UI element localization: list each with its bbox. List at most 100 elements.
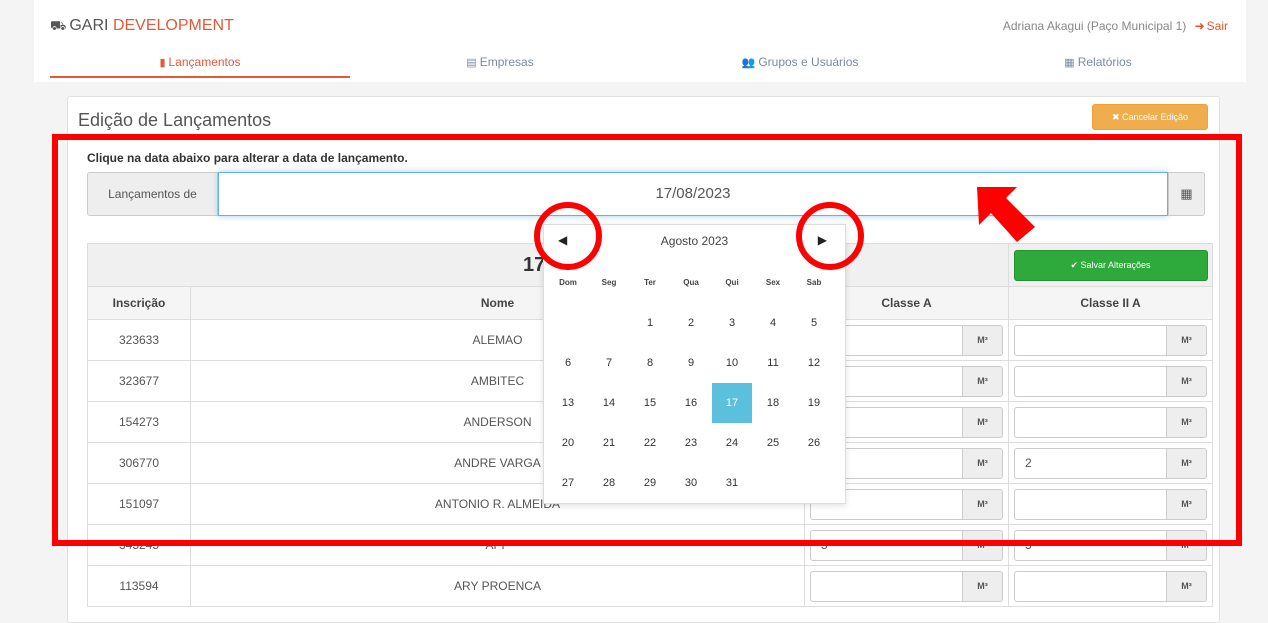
unit-addon: M³ (963, 365, 1004, 397)
unit-addon: M³ (963, 570, 1004, 602)
classe-ii-a-input[interactable]: 5 (1014, 529, 1168, 561)
calendar-day-selected[interactable]: 17 (712, 383, 752, 423)
unit-addon: M³ (963, 447, 1004, 479)
unit-addon: M³ (1167, 324, 1208, 356)
cell-inscricao: 345245 (87, 524, 191, 566)
classe-ii-a-input[interactable] (1014, 488, 1168, 520)
users-icon: 👥 (741, 57, 756, 69)
date-input-group: Lançamentos de 17/08/2023 ▦ (87, 172, 1205, 216)
classe-ii-a-group: 5 M³ (1014, 529, 1208, 561)
unit-addon: M³ (1167, 406, 1208, 438)
cell-inscricao: 151097 (87, 483, 191, 525)
unit-addon: M³ (963, 488, 1004, 520)
calendar-day[interactable]: 10 (712, 343, 752, 383)
cell-classe-a: M³ (803, 565, 1010, 607)
calendar-icon[interactable]: ▦ (1168, 172, 1205, 216)
calendar-day[interactable]: 11 (753, 343, 793, 383)
calendar-day[interactable]: 9 (671, 343, 711, 383)
tab-lancamentos[interactable]: ▮ Lançamentos (50, 46, 350, 78)
calendar-day[interactable]: 22 (630, 423, 670, 463)
col-classe-ii-a: Classe II A (1008, 286, 1214, 320)
weekday-label: Sex (765, 278, 781, 287)
classe-ii-a-input[interactable] (1014, 365, 1168, 397)
datepicker-popup: ◀ Agosto 2023 ▶ Dom Seg Ter Qua Qui Sex Sab 12… (543, 224, 846, 504)
classe-ii-a-input[interactable] (1014, 406, 1168, 438)
date-field[interactable]: 17/08/2023 (218, 172, 1168, 216)
sign-out-icon: ➜ (1194, 19, 1205, 33)
tab-label: Empresas (479, 55, 534, 69)
classe-a-input[interactable] (810, 570, 964, 602)
classe-ii-a-input[interactable] (1014, 324, 1168, 356)
classe-ii-a-input[interactable]: 2 (1014, 447, 1168, 479)
month-label[interactable]: Agosto 2023 (544, 234, 845, 248)
cell-inscricao: 154273 (87, 401, 191, 443)
classe-ii-a-group: 2 M³ (1014, 447, 1208, 479)
table-row: 345245 APP 5 M³ 5 M³ (87, 524, 1214, 566)
calendar-day[interactable]: 28 (589, 463, 629, 503)
unit-addon: M³ (1167, 488, 1208, 520)
tab-relatorios[interactable]: ▦ Relatórios (950, 46, 1246, 78)
calendar-day[interactable]: 16 (671, 383, 711, 423)
calendar-day[interactable]: 13 (548, 383, 588, 423)
calendar-day[interactable]: 19 (794, 383, 834, 423)
weekday-label: Sab (806, 278, 822, 287)
cell-nome: APP (190, 524, 805, 566)
classe-ii-a-group: M³ (1014, 488, 1208, 520)
cancel-edit-button[interactable]: ✖ Cancelar Edição (1092, 104, 1208, 130)
calendar-day[interactable]: 27 (548, 463, 588, 503)
save-changes-button[interactable]: ✔ Salvar Alterações (1013, 249, 1208, 281)
unit-addon: M³ (963, 406, 1004, 438)
unit-addon: M³ (1167, 529, 1208, 561)
calendar-day[interactable]: 2 (671, 303, 711, 343)
unit-addon: M³ (963, 324, 1004, 356)
calendar-day[interactable]: 3 (712, 303, 752, 343)
classe-ii-a-group: M³ (1014, 324, 1208, 356)
calendar-day[interactable]: 15 (630, 383, 670, 423)
calendar-day[interactable]: 12 (794, 343, 834, 383)
cell-inscricao: 323633 (87, 319, 191, 361)
calendar-day[interactable]: 18 (753, 383, 793, 423)
next-month-icon[interactable]: ▶ (818, 233, 827, 247)
calendar-day[interactable]: 29 (630, 463, 670, 503)
calendar-day[interactable]: 31 (712, 463, 752, 503)
calendar-day[interactable]: 23 (671, 423, 711, 463)
cell-classe-a: 5 M³ (803, 524, 1010, 566)
weekday-label: Ter (644, 278, 656, 287)
cell-inscricao: 113594 (87, 565, 191, 607)
calendar-day[interactable]: 7 (589, 343, 629, 383)
calendar-day[interactable]: 24 (712, 423, 752, 463)
logout-link[interactable]: ➜ Sair (1195, 19, 1228, 33)
classe-ii-a-group: M³ (1014, 570, 1208, 602)
cell-classe-ii-a: M³ (1008, 401, 1214, 443)
tab-empresas[interactable]: ▤ Empresas (350, 46, 650, 78)
calendar-day[interactable]: 21 (589, 423, 629, 463)
truck-icon: ⛟ (50, 18, 67, 33)
calendar-day[interactable]: 20 (548, 423, 588, 463)
calendar-day[interactable]: 25 (753, 423, 793, 463)
table-row: 113594 ARY PROENCA M³ M³ (87, 565, 1214, 607)
calendar-day[interactable]: 8 (630, 343, 670, 383)
brand-logo[interactable]: ⛟ GARI DEVELOPMENT (50, 17, 234, 36)
classe-ii-a-group: M³ (1014, 406, 1208, 438)
weekday-label: Qua (683, 278, 699, 287)
classe-a-input[interactable]: 5 (810, 529, 964, 561)
calendar-day[interactable]: 30 (671, 463, 711, 503)
tab-label: Grupos e Usuários (758, 55, 859, 69)
main-nav: ▮ Lançamentos ▤ Empresas 👥 Grupos e Usuário… (34, 46, 1246, 78)
calendar-day[interactable]: 6 (548, 343, 588, 383)
logout-label: Sair (1206, 19, 1228, 33)
classe-ii-a-group: M³ (1014, 365, 1208, 397)
calendar-day[interactable]: 14 (589, 383, 629, 423)
tab-label: Lançamentos (168, 55, 241, 69)
calendar-day[interactable]: 5 (794, 303, 834, 343)
calendar-day[interactable]: 4 (753, 303, 793, 343)
unit-addon: M³ (1167, 570, 1208, 602)
tab-grupos-usuarios[interactable]: 👥 Grupos e Usuários (650, 46, 950, 78)
brand-prefix: GARI (69, 17, 109, 34)
classe-ii-a-input[interactable] (1014, 570, 1168, 602)
calendar-day[interactable]: 1 (630, 303, 670, 343)
datepicker-header: ◀ Agosto 2023 ▶ (544, 225, 845, 259)
calendar-day[interactable]: 26 (794, 423, 834, 463)
tab-label: Relatórios (1077, 55, 1132, 69)
weekday-label: Seg (601, 278, 617, 287)
